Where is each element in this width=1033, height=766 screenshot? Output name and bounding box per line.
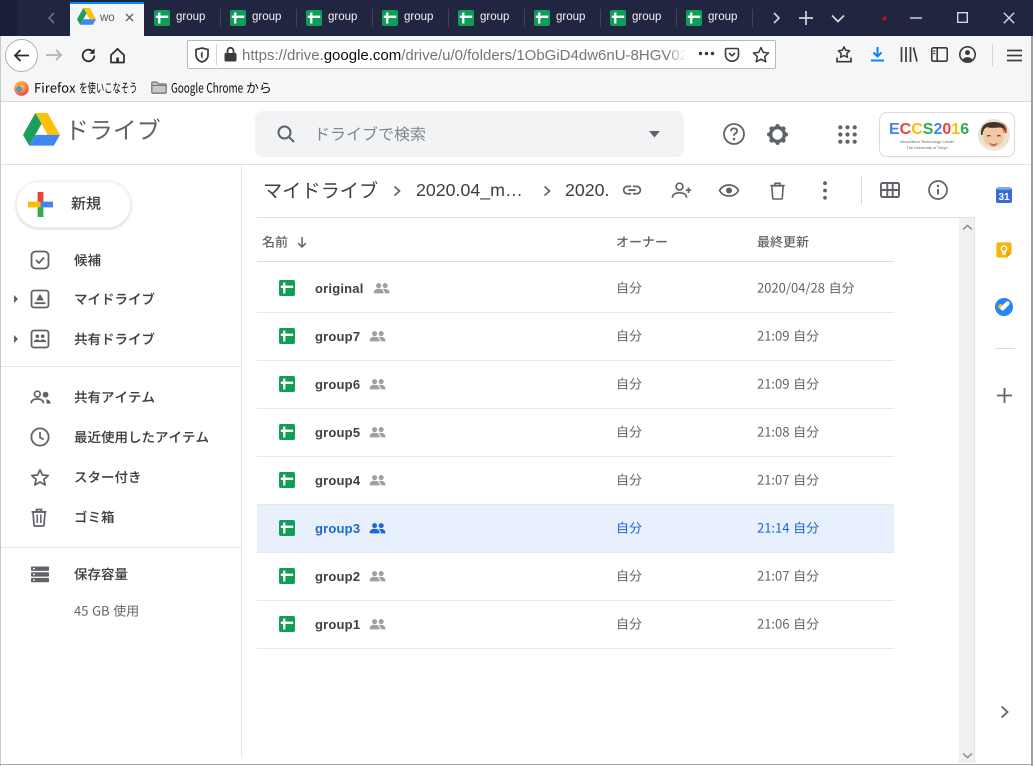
svg-text:31: 31 <box>998 192 1010 203</box>
